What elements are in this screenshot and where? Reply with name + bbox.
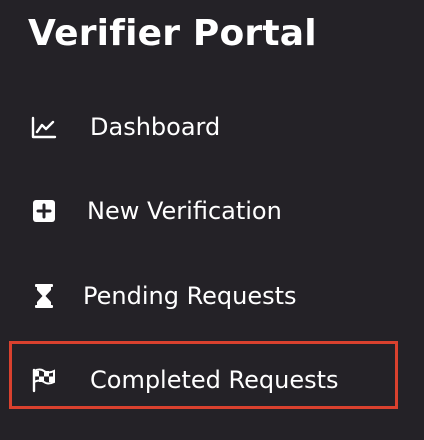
sidebar-item-label: Completed Requests <box>90 366 339 394</box>
sidebar-item-completed-requests[interactable]: Completed Requests <box>0 352 424 408</box>
sidebar-item-pending-requests[interactable]: Pending Requests <box>0 268 424 324</box>
sidebar-item-new-verification[interactable]: New Verification <box>0 183 424 239</box>
checkered-flag-icon <box>30 366 58 394</box>
sidebar-item-dashboard[interactable]: Dashboard <box>0 99 424 155</box>
sidebar-item-label: Dashboard <box>90 113 221 141</box>
hourglass-icon <box>30 282 58 310</box>
sidebar-item-label: Pending Requests <box>83 282 297 310</box>
plus-square-icon <box>30 197 58 225</box>
portal-title: Verifier Portal <box>28 13 317 54</box>
chart-line-icon <box>30 113 58 141</box>
sidebar-item-label: New Verification <box>87 197 282 225</box>
sidebar: Verifier Portal Dashboard New Verificati… <box>0 0 424 440</box>
